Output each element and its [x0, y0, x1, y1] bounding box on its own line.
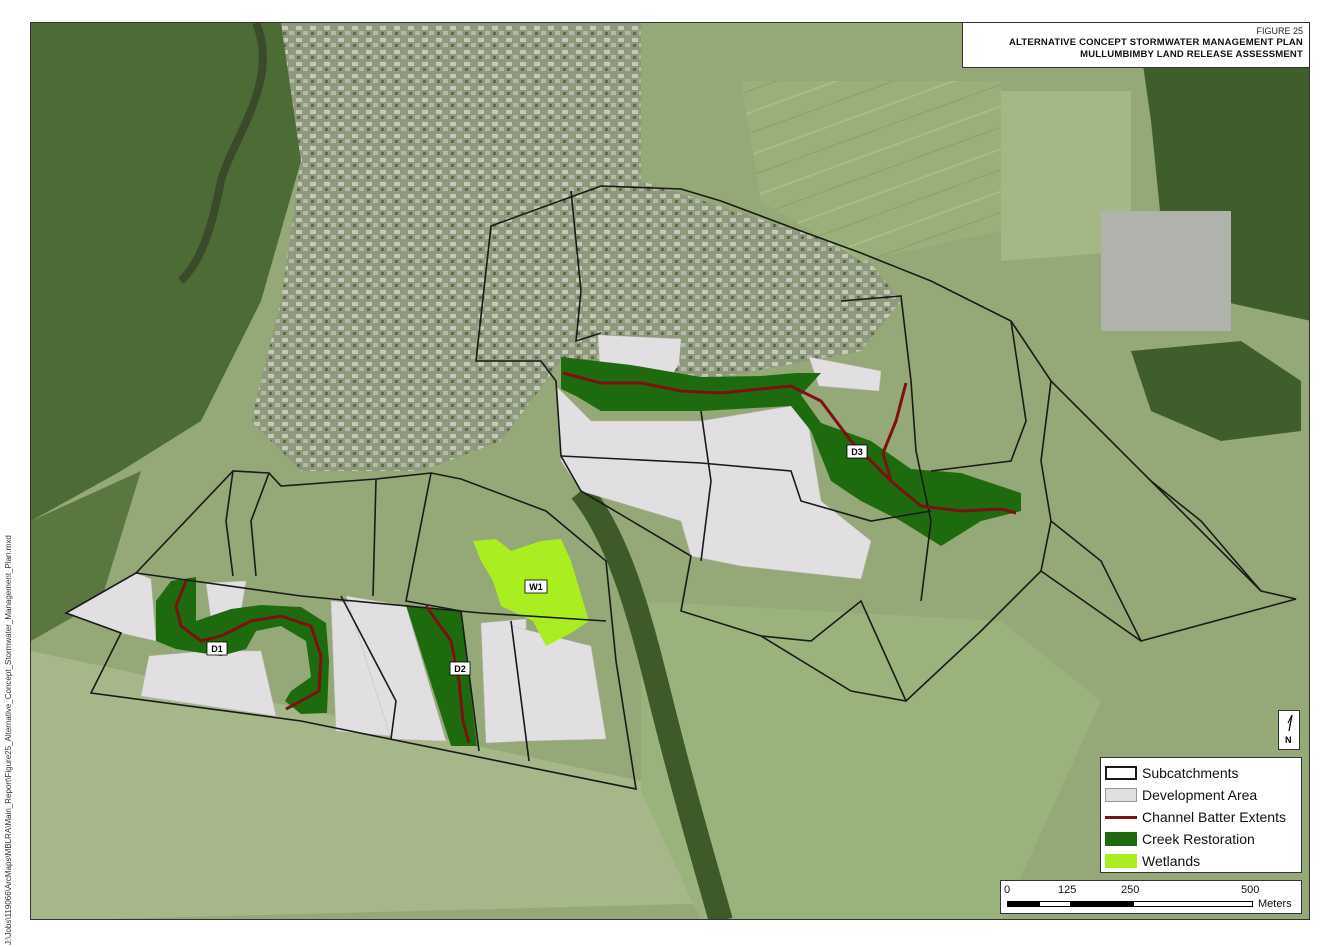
legend-label-creek-restoration: Creek Restoration: [1142, 831, 1255, 847]
legend-label-development-area: Development Area: [1142, 787, 1258, 803]
legend-swatch-wetlands: [1105, 854, 1137, 868]
legend-item-creek-restoration: Creek Restoration: [1105, 829, 1255, 849]
legend-swatch-development-area: [1105, 788, 1137, 802]
map-label-w1-text: W1: [529, 582, 543, 592]
map-label-d1-text: D1: [211, 644, 223, 654]
map-label-d2-text: D2: [454, 664, 466, 674]
scale-tick-250: 250: [1121, 884, 1140, 896]
map-label-d1: D1: [206, 641, 228, 656]
legend-item-wetlands: Wetlands: [1105, 851, 1200, 871]
map-label-d3: D3: [846, 444, 868, 459]
scale-segment-4: [1133, 901, 1253, 907]
north-arrow: N: [1278, 710, 1300, 750]
map-label-d3-text: D3: [851, 447, 863, 457]
legend-swatch-subcatchments: [1105, 766, 1137, 780]
legend-label-channel-batter: Channel Batter Extents: [1142, 809, 1286, 825]
legend-item-subcatchments: Subcatchments: [1105, 763, 1239, 783]
file-path-text: J:\Jobs\119066\ArcMaps\MBLRA\Main_Report…: [4, 535, 13, 945]
industrial-area: [1101, 211, 1231, 331]
figure-number: FIGURE 25: [1256, 26, 1303, 36]
legend-label-wetlands: Wetlands: [1142, 853, 1201, 869]
scale-bar: 0 125 250 500 Meters: [1000, 880, 1302, 914]
map-label-w1: W1: [524, 579, 548, 594]
legend-label-subcatchments: Subcatchments: [1142, 765, 1239, 781]
legend-item-channel-batter: Channel Batter Extents: [1105, 807, 1286, 827]
legend-swatch-creek-restoration: [1105, 832, 1137, 846]
scale-segment-3: [1071, 901, 1133, 907]
legend-item-development-area: Development Area: [1105, 785, 1257, 805]
scale-segment-2: [1039, 901, 1071, 907]
north-label: N: [1285, 735, 1292, 745]
scale-unit: Meters: [1258, 898, 1292, 910]
title-line-2: MULLUMBIMBY LAND RELEASE ASSESSMENT: [1080, 49, 1303, 60]
north-arrow-icon: [1287, 714, 1293, 732]
title-box: FIGURE 25 ALTERNATIVE CONCEPT STORMWATER…: [962, 22, 1310, 68]
legend-swatch-channel-batter: [1105, 810, 1137, 824]
title-line-1: ALTERNATIVE CONCEPT STORMWATER MANAGEMEN…: [1008, 37, 1303, 48]
scale-tick-125: 125: [1058, 884, 1077, 896]
legend: Subcatchments Development Area Channel B…: [1100, 757, 1302, 873]
map-label-d2: D2: [449, 661, 471, 676]
scale-segment-1: [1007, 901, 1039, 907]
scale-tick-500: 500: [1241, 884, 1260, 896]
scale-tick-0: 0: [1004, 884, 1011, 896]
